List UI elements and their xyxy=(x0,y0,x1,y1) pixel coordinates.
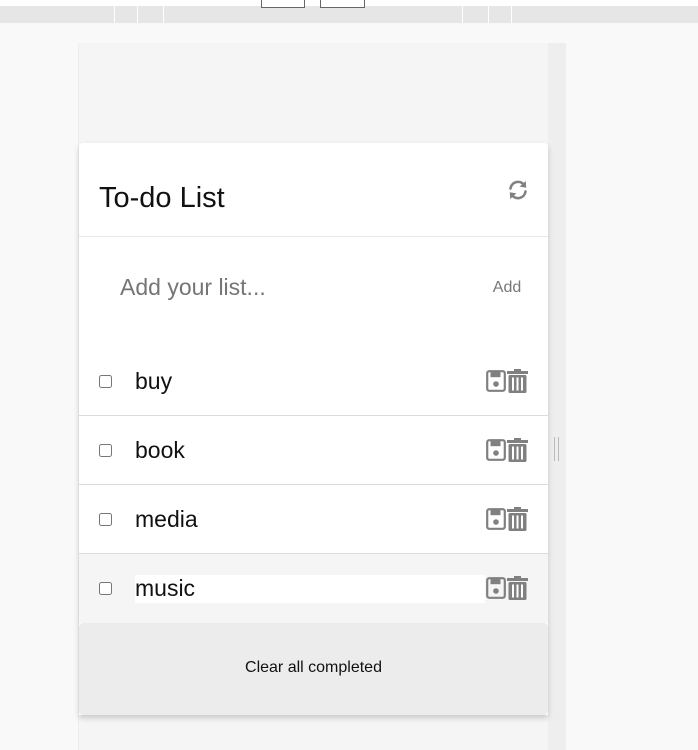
item-text[interactable]: music xyxy=(135,575,195,602)
ruler-tick xyxy=(511,6,512,23)
clear-completed-button[interactable]: Clear all completed xyxy=(79,659,548,677)
card-footer: Clear all completed xyxy=(79,623,548,715)
item-checkbox[interactable] xyxy=(99,375,112,388)
refresh-icon[interactable] xyxy=(506,178,530,202)
ruler-tab xyxy=(261,0,305,8)
save-icon[interactable] xyxy=(486,577,506,599)
item-checkbox[interactable] xyxy=(99,513,112,526)
resize-handle[interactable] xyxy=(554,437,559,461)
ruler-tick xyxy=(114,6,115,23)
todo-card: To-do List Add buy xyxy=(79,143,548,715)
save-icon[interactable] xyxy=(486,508,506,530)
list-item: book xyxy=(79,416,548,485)
top-ruler xyxy=(0,0,698,23)
item-checkbox[interactable] xyxy=(99,582,112,595)
add-button[interactable]: Add xyxy=(483,275,531,301)
trash-icon[interactable] xyxy=(507,507,528,531)
add-item-row: Add xyxy=(79,237,548,347)
list-item: buy xyxy=(79,347,548,416)
trash-icon[interactable] xyxy=(507,369,528,393)
page-title: To-do List xyxy=(99,182,225,214)
trash-icon[interactable] xyxy=(507,576,528,600)
save-icon[interactable] xyxy=(486,439,506,461)
trash-icon[interactable] xyxy=(507,438,528,462)
ruler-tick xyxy=(462,6,463,23)
ruler-tick xyxy=(137,6,138,23)
item-checkbox[interactable] xyxy=(99,444,112,457)
ruler-tab xyxy=(320,0,365,8)
ruler-tick xyxy=(163,6,164,23)
card-header: To-do List xyxy=(79,143,548,237)
ruler-tick xyxy=(488,6,489,23)
save-icon[interactable] xyxy=(486,370,506,392)
item-text[interactable]: book xyxy=(135,437,185,464)
list-item: media xyxy=(79,485,548,554)
add-item-input[interactable] xyxy=(118,269,442,305)
item-text[interactable]: buy xyxy=(135,368,172,395)
todo-list: buy book media music xyxy=(79,347,548,623)
list-item: music xyxy=(79,554,548,623)
item-text[interactable]: media xyxy=(135,506,198,533)
